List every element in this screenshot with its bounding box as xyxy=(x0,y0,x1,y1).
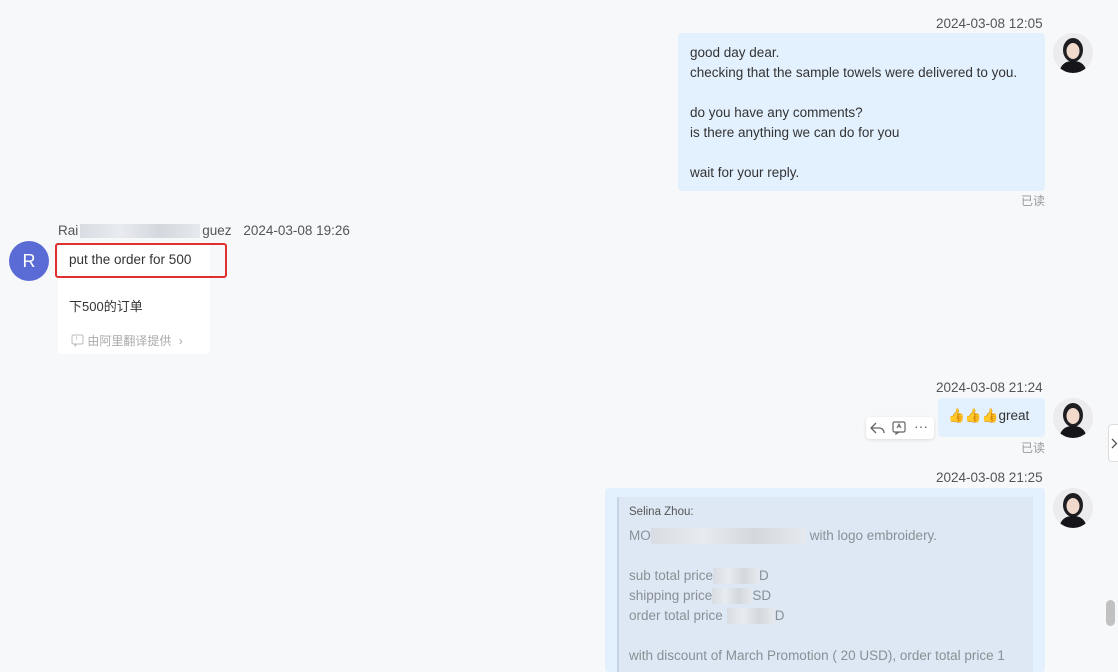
message-line: wait for your reply. xyxy=(690,165,800,180)
redacted-region xyxy=(712,588,753,605)
quote-text: shipping price xyxy=(629,588,713,603)
chevron-right-icon xyxy=(1111,438,1118,449)
quote-text: SD xyxy=(752,588,772,603)
avatar[interactable] xyxy=(1053,33,1093,73)
thumbs-up-emoji: 👍👍👍 xyxy=(948,408,999,423)
quote-line: order total price D xyxy=(629,608,785,625)
translate-icon[interactable] xyxy=(892,421,907,435)
outgoing-message-bubble[interactable]: good day dear. checking that the sample … xyxy=(678,33,1045,191)
sender-header: Rai guez 2024-03-08 19:26 xyxy=(58,223,350,239)
read-status: 已读 xyxy=(1021,441,1046,455)
message-line xyxy=(690,83,1033,103)
translation-text: 下500的订单 xyxy=(69,299,143,314)
message-line: checking that the sample towels were del… xyxy=(690,65,1018,80)
avatar[interactable] xyxy=(1053,488,1093,528)
user-photo-icon xyxy=(1053,488,1093,528)
more-options-icon[interactable]: ··· xyxy=(914,418,928,434)
quoted-message xyxy=(617,497,1033,672)
quote-text: MO xyxy=(629,528,651,543)
reply-icon[interactable] xyxy=(870,421,885,435)
redacted-region xyxy=(713,568,760,585)
translation-provider-label: 由阿里翻译提供 xyxy=(87,334,172,348)
panel-toggle-button[interactable] xyxy=(1108,424,1118,462)
message-actions-toolbar: ··· xyxy=(866,417,934,439)
translate-icon xyxy=(71,334,84,348)
message-line xyxy=(690,143,1033,163)
message-line: good day dear. xyxy=(690,45,780,60)
quote-line: MO with logo embroidery. xyxy=(629,528,938,545)
avatar[interactable]: R xyxy=(9,241,49,281)
message-timestamp: 2024-03-08 21:25 xyxy=(936,470,1043,485)
message-timestamp: 2024-03-08 12:05 xyxy=(936,16,1043,31)
quote-line: sub total price D xyxy=(629,568,769,585)
redacted-region xyxy=(650,528,806,545)
quote-text: with logo embroidery. xyxy=(809,528,938,543)
sender-name-end: guez xyxy=(202,223,232,238)
scrollbar-thumb[interactable] xyxy=(1106,600,1115,626)
user-photo-icon xyxy=(1053,33,1093,73)
quote-line: with discount of March Promotion ( 20 US… xyxy=(629,648,1005,663)
quote-text: order total price xyxy=(629,608,723,623)
message-timestamp: 2024-03-08 19:26 xyxy=(243,223,350,238)
read-status: 已读 xyxy=(1021,194,1046,208)
quote-text: D xyxy=(774,608,785,623)
message-line: do you have any comments? xyxy=(690,105,863,120)
message-text: great xyxy=(998,408,1030,423)
message-timestamp: 2024-03-08 21:24 xyxy=(936,380,1043,395)
chevron-right-icon: › xyxy=(178,334,183,348)
outgoing-message-bubble[interactable]: 👍👍👍great xyxy=(938,398,1045,437)
redacted-region xyxy=(80,224,201,239)
sender-name-start: Rai xyxy=(58,223,79,238)
message-text: put the order for 500 xyxy=(69,252,192,267)
message-line: is there anything we can do for you xyxy=(690,125,900,140)
translation-provider-link[interactable]: 由阿里翻译提供 › xyxy=(71,332,183,349)
avatar[interactable] xyxy=(1053,398,1093,438)
redacted-region xyxy=(726,608,775,625)
quote-text: D xyxy=(759,568,769,583)
quote-text: sub total price xyxy=(629,568,714,583)
quote-line: shipping price SD xyxy=(629,588,772,605)
quote-author: Selina Zhou: xyxy=(629,506,694,518)
user-photo-icon xyxy=(1053,398,1093,438)
